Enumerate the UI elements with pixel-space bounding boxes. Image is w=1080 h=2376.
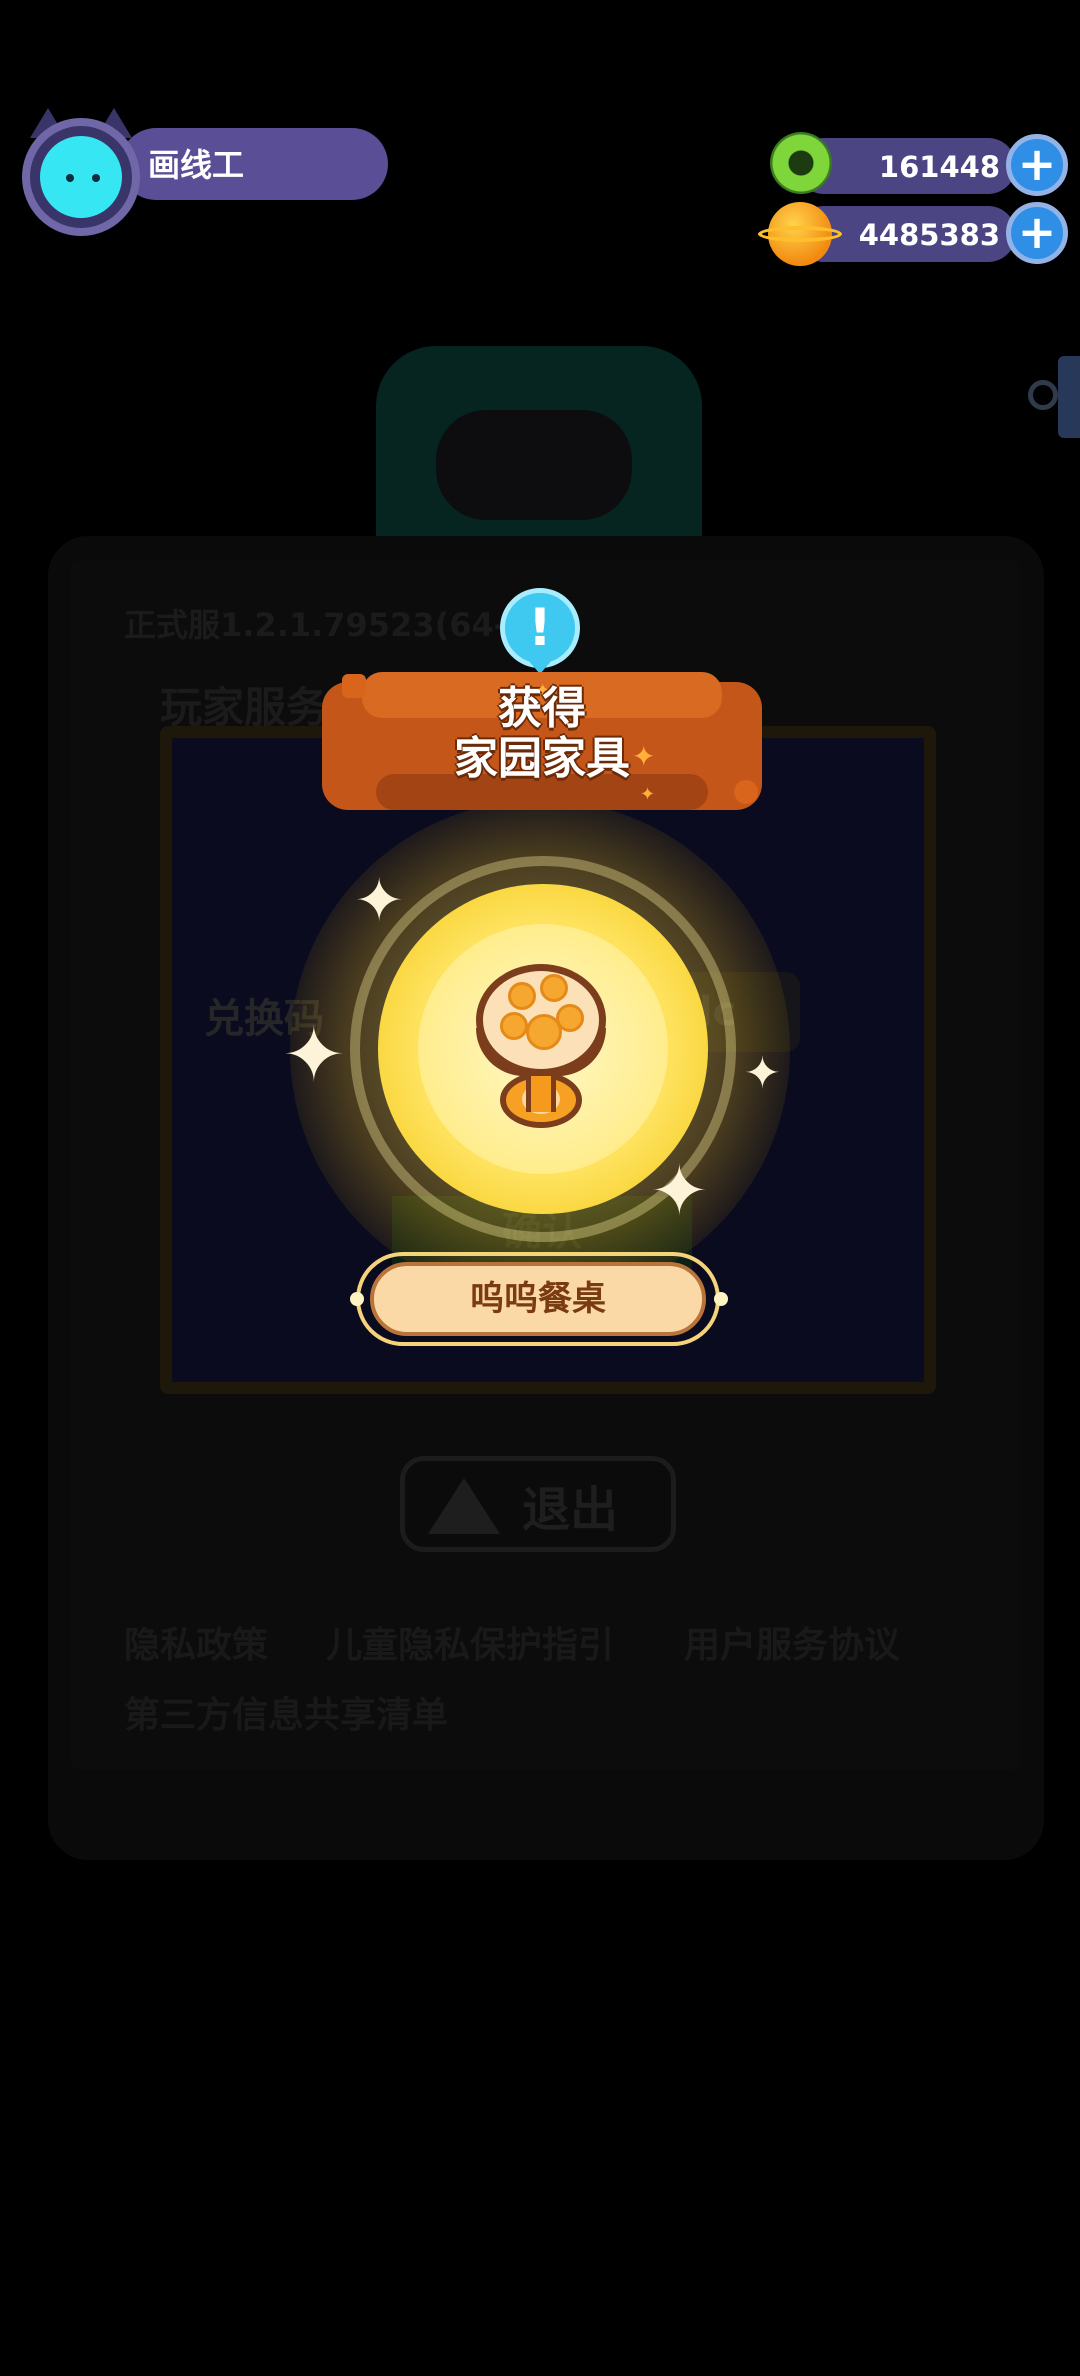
plate-decoration-dot [350,1292,364,1306]
clip-icon [1028,380,1058,410]
sparkle-icon: ✦ [282,1010,346,1099]
player-name: 画线工 [148,146,245,184]
donut-icon [770,132,832,194]
background-mascot-face [436,410,632,520]
add-coin-button[interactable]: + [1006,202,1068,264]
user-agreement-link: 用户服务协议 [684,1625,901,1666]
table-paw-dot [508,982,536,1010]
planet-ring-icon [758,226,842,242]
plate-decoration-dot [714,1292,728,1306]
sparkle-icon: ✦ [650,1150,709,1232]
sparkle-icon: ✦ [744,1048,781,1099]
reward-banner-line2: 家园家具 [454,733,630,784]
donut-currency-value: 161448 [878,150,1000,184]
exclamation-icon: ! [500,588,580,668]
sparkle-icon: ✦ [632,740,656,773]
avatar-eye [66,174,74,182]
avatar [40,136,122,218]
child-privacy-link: 儿童隐私保护指引 [326,1625,615,1666]
table-paw-dot [526,1014,562,1050]
avatar-eye [92,174,100,182]
reward-banner-title: 获得 家园家具 [322,684,762,784]
table-paw-dot [500,1012,528,1040]
third-party-sharing-link: 第三方信息共享清单 [124,1695,449,1736]
logout-label: 退出 [522,1482,619,1538]
add-donut-button[interactable]: + [1006,134,1068,196]
privacy-policy-link: 隐私政策 [124,1625,269,1666]
sparkle-icon: ✦ [354,866,405,936]
sparkle-icon: ✦ [536,680,550,699]
warning-icon [428,1478,500,1534]
table-paw-dot [540,974,568,1002]
side-tab[interactable] [1058,356,1080,438]
item-name-label[interactable]: 呜呜餐桌 [370,1262,706,1336]
sparkle-icon: ✦ [640,784,656,805]
